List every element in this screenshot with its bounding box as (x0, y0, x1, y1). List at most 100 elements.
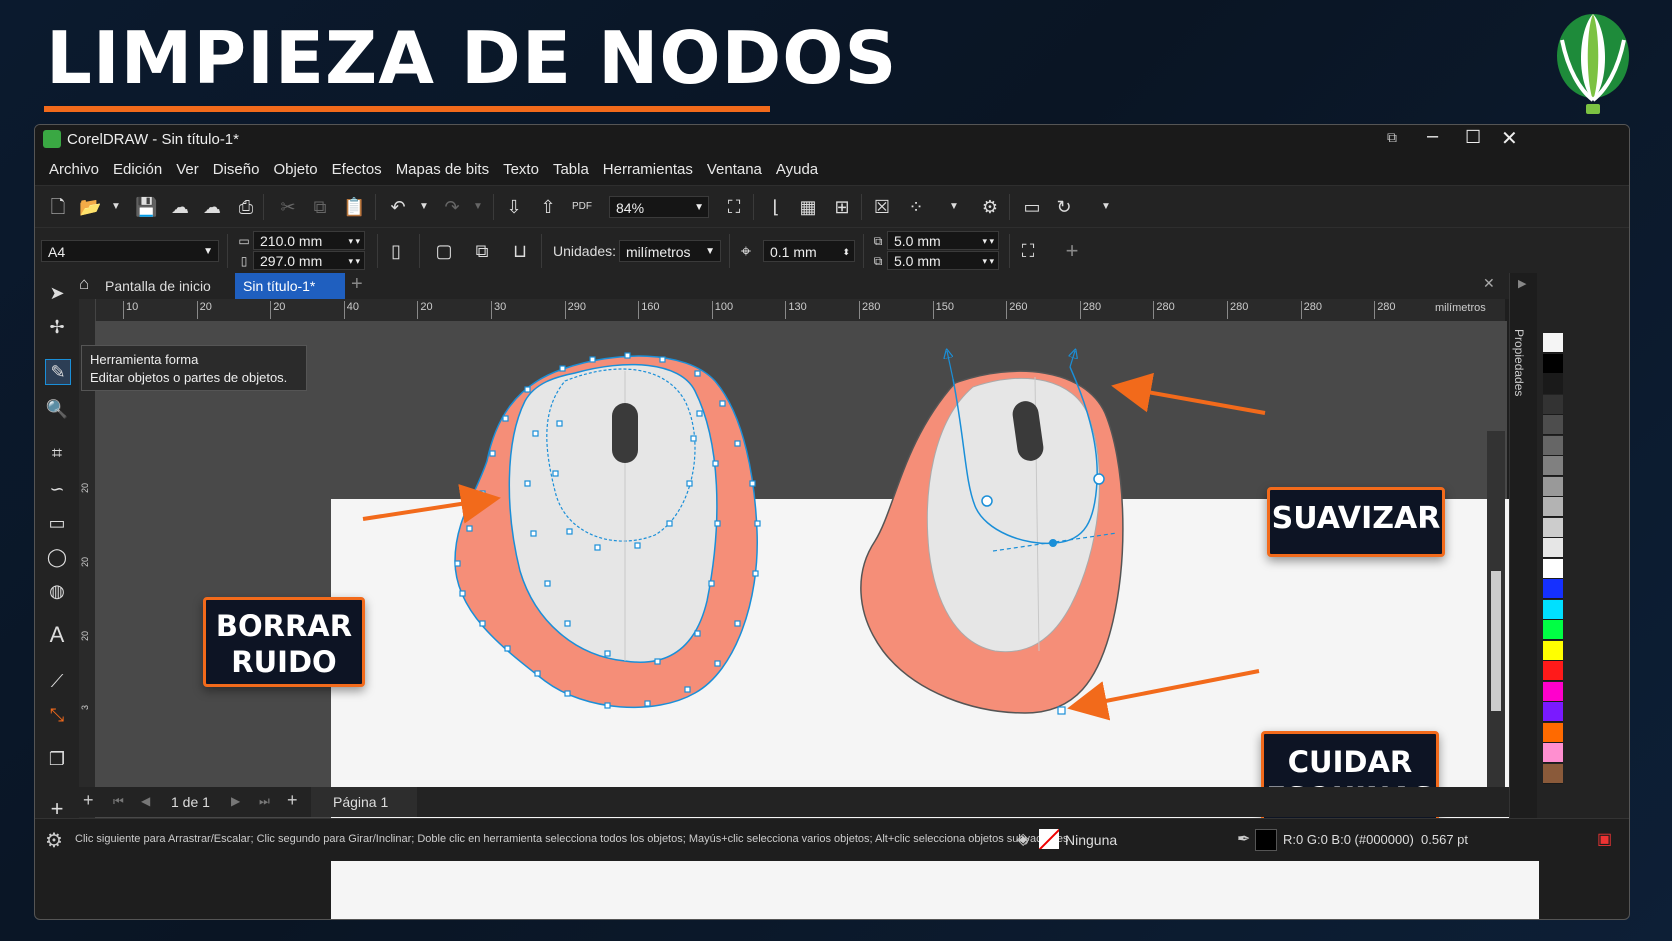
menu-item-3[interactable]: Diseño (213, 155, 260, 185)
height-spinner-icon[interactable]: ▾ ▾ (348, 252, 360, 270)
palette-swatch[interactable] (1543, 517, 1563, 538)
vertical-scroll-thumb[interactable] (1491, 571, 1501, 711)
pick-tool-icon[interactable]: ➤ (45, 281, 69, 305)
palette-swatch[interactable] (1543, 599, 1563, 620)
page-width-field[interactable]: 210.0 mm ▾ ▾ (253, 231, 365, 250)
width-spinner-icon[interactable]: ▾ ▾ (348, 232, 360, 250)
palette-swatch[interactable] (1543, 640, 1563, 661)
palette-swatch[interactable] (1543, 681, 1563, 702)
cloud-upload-icon[interactable]: ☁ (169, 196, 191, 218)
palette-swatch[interactable] (1543, 497, 1563, 517)
palette-swatch[interactable] (1543, 476, 1563, 497)
undo-dropdown-icon[interactable]: ▼ (413, 196, 435, 218)
color-manager-icon[interactable]: ▣ (1597, 829, 1612, 849)
palette-swatch[interactable] (1543, 743, 1563, 763)
menu-item-10[interactable]: Ventana (707, 155, 762, 185)
palette-swatch[interactable] (1543, 538, 1563, 558)
grid-icon[interactable]: ▦ (797, 196, 819, 218)
last-page-icon[interactable]: ⏭ (259, 794, 270, 809)
new-tab-icon[interactable]: + (351, 273, 363, 296)
fill-bucket-icon[interactable]: ◈ (1017, 829, 1029, 849)
cut-icon[interactable]: ✂ (277, 196, 299, 218)
menu-item-4[interactable]: Objeto (273, 155, 317, 185)
zoom-level-field[interactable]: 84% ▼ (609, 196, 709, 218)
menu-item-5[interactable]: Efectos (332, 155, 382, 185)
palette-swatch[interactable] (1543, 763, 1563, 784)
status-settings-icon[interactable]: ⚙ (45, 828, 63, 853)
menu-item-9[interactable]: Herramientas (603, 155, 693, 185)
palette-swatch[interactable] (1543, 374, 1563, 394)
palette-swatch[interactable] (1543, 722, 1563, 743)
palette-swatch[interactable] (1543, 353, 1563, 374)
menu-item-11[interactable]: Ayuda (776, 155, 818, 185)
text-tool-icon[interactable]: A (45, 623, 69, 647)
launch-icon[interactable]: ▭ (1021, 196, 1043, 218)
dup-x-spinner-icon[interactable]: ▾ ▾ (982, 232, 994, 250)
copy-icon[interactable]: ⧉ (309, 196, 331, 218)
page-size-dropdown-icon[interactable]: ▼ (203, 241, 213, 263)
current-page-icon[interactable]: ⧉ (471, 240, 493, 262)
rectangle-tool-icon[interactable]: ▭ (45, 511, 69, 535)
dropdown-icon[interactable]: ▼ (105, 196, 127, 218)
outline-swatch[interactable] (1255, 829, 1277, 851)
dup-y-spinner-icon[interactable]: ▾ ▾ (982, 252, 994, 270)
menu-item-8[interactable]: Tabla (553, 155, 589, 185)
properties-label[interactable]: Propiedades (1512, 329, 1526, 396)
dimension-tool-icon[interactable]: ⟋ (45, 669, 69, 693)
prev-page-icon[interactable]: ◀ (141, 794, 150, 808)
nudge-spinner-icon[interactable]: ⬍ (842, 241, 850, 263)
palette-swatch[interactable] (1543, 333, 1563, 353)
snap-to-icon[interactable]: ⌊ (765, 196, 787, 218)
transform-icon[interactable]: ☒ (871, 196, 893, 218)
open-folder-icon[interactable]: 📂 (79, 196, 101, 218)
page-height-field[interactable]: 297.0 mm ▾ ▾ (253, 251, 365, 270)
first-page-icon[interactable]: ⏮ (113, 794, 124, 809)
zoom-dropdown-icon[interactable]: ▼ (694, 197, 704, 219)
zoom-to-page-icon[interactable]: ⛶ (723, 196, 745, 218)
units-dropdown-icon[interactable]: ▼ (705, 241, 715, 263)
home-icon[interactable]: ⌂ (79, 274, 89, 294)
bleed-icon[interactable]: ⛶ (1017, 240, 1039, 262)
palette-swatch[interactable] (1543, 456, 1563, 476)
palette-swatch[interactable] (1543, 661, 1563, 681)
menu-item-7[interactable]: Texto (503, 155, 539, 185)
nodes-dropdown-icon[interactable]: ▼ (943, 196, 965, 218)
save-icon[interactable]: 💾 (135, 196, 157, 218)
add-page-after-icon[interactable]: + (287, 790, 298, 811)
settings-icon[interactable]: ⚙ (979, 196, 1001, 218)
palette-swatch[interactable] (1543, 558, 1563, 579)
duplicate-x-field[interactable]: 5.0 mm ▾ ▾ (887, 231, 999, 250)
rotate-icon[interactable]: ↻ (1053, 196, 1075, 218)
pdf-icon[interactable]: PDF (571, 196, 593, 218)
redo-icon[interactable]: ↷ (441, 196, 463, 218)
connector-tool-icon[interactable]: ⤡ (45, 703, 69, 727)
vertical-scrollbar[interactable] (1487, 431, 1505, 801)
portrait-icon[interactable]: ▯ (385, 240, 407, 262)
nodes-icon[interactable]: ⁘ (905, 196, 927, 218)
next-page-icon[interactable]: ▶ (231, 794, 240, 808)
drop-shadow-tool-icon[interactable]: ❐ (45, 747, 69, 771)
export-icon[interactable]: ⇧ (537, 196, 559, 218)
docker-expand-icon[interactable]: ▶ (1518, 277, 1526, 290)
palette-swatch[interactable] (1543, 435, 1563, 456)
palette-swatch[interactable] (1543, 620, 1563, 640)
polygon-tool-icon[interactable]: ◍ (45, 579, 69, 603)
menu-item-1[interactable]: Edición (113, 155, 162, 185)
fill-none-swatch[interactable] (1039, 829, 1059, 849)
shape-tool-icon[interactable]: ✎ (45, 359, 71, 385)
undo-icon[interactable]: ↶ (387, 196, 409, 218)
restore-icon[interactable]: ⧉ (1387, 129, 1397, 146)
curve-tool-icon[interactable]: ∽ (45, 477, 69, 501)
minimize-button[interactable]: – (1427, 125, 1438, 148)
maximize-button[interactable]: ☐ (1465, 127, 1481, 148)
menu-item-0[interactable]: Archivo (49, 155, 99, 185)
dynamic-guides-icon[interactable]: ⊞ (831, 196, 853, 218)
add-page-before-icon[interactable]: + (83, 790, 94, 811)
menu-item-6[interactable]: Mapas de bits (396, 155, 489, 185)
nudge-distance-field[interactable]: 0.1 mm ⬍ (763, 240, 855, 262)
redo-dropdown-icon[interactable]: ▼ (467, 196, 489, 218)
menu-item-2[interactable]: Ver (176, 155, 199, 185)
layout-icon[interactable]: ⊔ (509, 240, 531, 262)
paste-icon[interactable]: 📋 (343, 196, 365, 218)
palette-swatch[interactable] (1543, 702, 1563, 722)
